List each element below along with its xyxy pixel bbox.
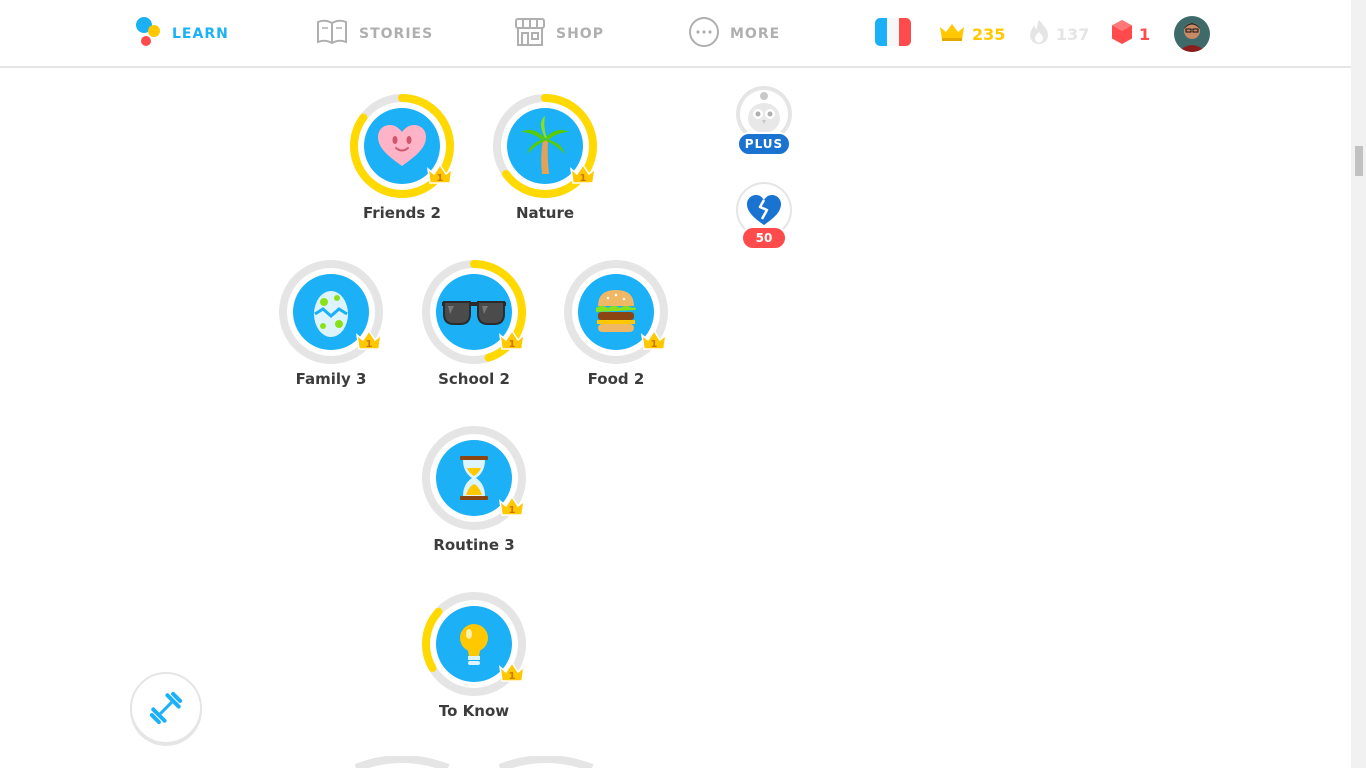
skill-family-3[interactable]: 1 Family 3 — [261, 258, 401, 388]
user-avatar[interactable] — [1174, 16, 1210, 52]
nav-stories-label: STORIES — [359, 26, 434, 42]
more-dots-icon — [688, 16, 720, 52]
skill-friends-2[interactable]: 1 Friends 2 — [332, 92, 472, 222]
svg-text:1: 1 — [580, 173, 587, 184]
skill-routine-3[interactable]: 1 Routine 3 — [404, 424, 544, 554]
flame-icon — [1028, 19, 1050, 49]
crown-level-badge: 1 — [569, 162, 597, 186]
nav-shop[interactable]: SHOP — [514, 0, 604, 68]
gems-counter[interactable]: 1 — [1111, 0, 1150, 68]
language-selector[interactable] — [875, 0, 911, 68]
skill-nature[interactable]: 1 Nature — [475, 92, 615, 222]
gems-count: 1 — [1139, 24, 1151, 44]
nav-shop-label: SHOP — [556, 26, 604, 42]
french-flag-icon — [875, 18, 911, 50]
skill-to-know[interactable]: 1 To Know — [404, 590, 544, 720]
learn-icon — [134, 16, 162, 52]
skill-label: Food 2 — [587, 370, 645, 388]
crown-level-badge: 1 — [640, 328, 668, 352]
dumbbell-icon — [149, 691, 183, 725]
skill-label: Friends 2 — [362, 204, 441, 222]
crown-level-badge: 1 — [498, 328, 526, 352]
streak-count: 137 — [1056, 24, 1090, 44]
crown-level-badge: 1 — [498, 660, 526, 684]
vertical-scrollbar[interactable] — [1351, 0, 1366, 768]
nav-more-label: MORE — [730, 26, 781, 42]
plus-badge: PLUS — [737, 132, 791, 156]
book-icon — [315, 18, 349, 50]
shop-icon — [514, 17, 546, 51]
svg-text:1: 1 — [509, 671, 516, 682]
crown-level-badge: 1 — [426, 162, 454, 186]
skill-food-2[interactable]: 1 Food 2 — [546, 258, 686, 388]
skill-label: To Know — [438, 702, 510, 720]
svg-text:1: 1 — [651, 339, 658, 350]
crown-level-badge: 1 — [498, 494, 526, 518]
svg-text:1: 1 — [509, 339, 516, 350]
nav-stories[interactable]: STORIES — [315, 0, 433, 68]
svg-text:1: 1 — [366, 339, 373, 350]
skill-school-2[interactable]: 1 School 2 — [404, 258, 544, 388]
crowns-counter[interactable]: 235 — [938, 0, 1005, 68]
nav-learn-label: LEARN — [172, 26, 229, 42]
skill-label: Family 3 — [295, 370, 367, 388]
nav-more[interactable]: MORE — [688, 0, 780, 68]
crowns-count: 235 — [972, 24, 1006, 44]
streak-counter[interactable]: 137 — [1028, 0, 1089, 68]
skill-label: Nature — [515, 204, 575, 222]
next-skills-partial[interactable] — [350, 756, 630, 768]
svg-text:1: 1 — [509, 505, 516, 516]
scrollbar-thumb[interactable] — [1355, 146, 1363, 176]
hearts-widget[interactable]: 50 — [734, 181, 794, 253]
skill-label: Routine 3 — [433, 536, 515, 554]
plus-upsell-widget[interactable]: PLUS — [734, 86, 794, 158]
top-navigation-bar: LEARN STORIES SHOP MORE 235 137 1 — [0, 0, 1351, 68]
skill-label: School 2 — [438, 370, 510, 388]
crown-level-badge: 1 — [355, 328, 383, 352]
crown-icon — [938, 21, 966, 47]
nav-learn[interactable]: LEARN — [134, 0, 229, 68]
hearts-count-badge: 50 — [741, 226, 787, 250]
practice-weights-button[interactable] — [130, 672, 202, 744]
gem-icon — [1111, 19, 1133, 49]
svg-text:1: 1 — [437, 173, 444, 184]
